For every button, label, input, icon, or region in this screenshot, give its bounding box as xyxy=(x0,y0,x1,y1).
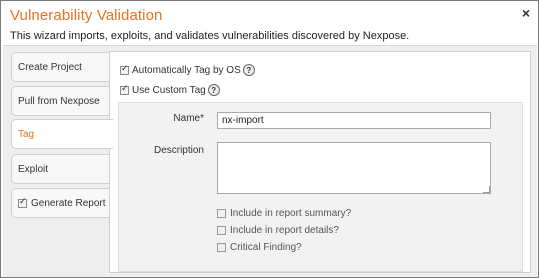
vulnerability-validation-dialog: Vulnerability Validation × This wizard i… xyxy=(0,0,539,278)
tab-label: Exploit xyxy=(18,163,49,175)
dialog-subtitle: This wizard imports, exploits, and valid… xyxy=(10,30,410,42)
tag-description-textarea[interactable] xyxy=(217,142,491,194)
tag-name-input[interactable] xyxy=(217,112,491,129)
name-label: Name* xyxy=(173,113,204,124)
custom-tag-label: Use Custom Tag xyxy=(132,84,206,96)
include-summary-checkbox[interactable] xyxy=(217,209,226,218)
tab-create-project[interactable]: Create Project xyxy=(11,52,112,82)
critical-finding-row: Critical Finding? xyxy=(217,242,302,253)
include-summary-row: Include in report summary? xyxy=(217,208,351,219)
custom-tag-panel: Name* Description Include in report summ… xyxy=(118,102,523,272)
include-details-checkbox[interactable] xyxy=(217,226,226,235)
critical-finding-label: Critical Finding? xyxy=(230,242,302,253)
tab-generate-report[interactable]: Generate Report xyxy=(11,188,112,218)
include-summary-label: Include in report summary? xyxy=(230,208,352,219)
auto-tag-checkbox[interactable] xyxy=(120,64,129,75)
tab-tag[interactable]: Tag xyxy=(11,119,113,149)
resize-grip-icon[interactable] xyxy=(483,186,490,193)
include-details-label: Include in report details? xyxy=(230,225,339,236)
custom-tag-row: Use Custom Tag ? xyxy=(120,84,220,96)
tab-label: Tag xyxy=(18,128,35,140)
tag-content-panel: Automatically Tag by OS ? Use Custom Tag… xyxy=(109,51,531,273)
help-icon[interactable]: ? xyxy=(207,84,220,96)
auto-tag-label: Automatically Tag by OS xyxy=(132,64,241,76)
help-icon[interactable]: ? xyxy=(242,64,255,76)
tab-label: Create Project xyxy=(18,61,82,73)
critical-finding-checkbox[interactable] xyxy=(217,243,226,252)
auto-tag-row: Automatically Tag by OS ? xyxy=(120,64,255,76)
description-wrapper xyxy=(217,142,491,194)
tab-exploit[interactable]: Exploit xyxy=(11,154,112,184)
custom-tag-checkbox[interactable] xyxy=(120,84,129,95)
description-label: Description xyxy=(153,145,204,156)
include-details-row: Include in report details? xyxy=(217,225,339,236)
tab-pull-from-nexpose[interactable]: Pull from Nexpose xyxy=(11,86,112,116)
dialog-title: Vulnerability Validation xyxy=(10,7,163,24)
tab-label: Generate Report xyxy=(31,197,106,209)
close-icon[interactable]: × xyxy=(522,5,530,21)
generate-report-checkbox[interactable] xyxy=(18,197,27,208)
tab-label: Pull from Nexpose xyxy=(18,95,100,107)
